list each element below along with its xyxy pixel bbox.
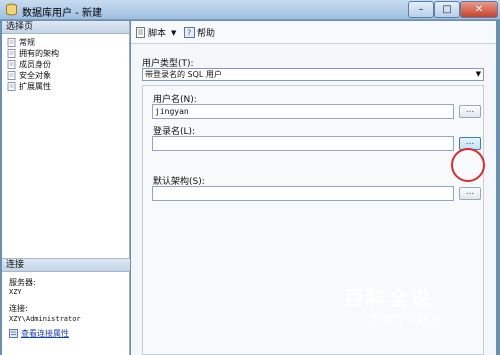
chevron-down-icon[interactable]: ▼ — [171, 29, 176, 37]
properties-icon — [9, 329, 18, 338]
page-item-label: 拥有的架构 — [19, 49, 59, 58]
connection-value: XZY\Administrator — [9, 315, 81, 323]
help-label: 帮助 — [197, 29, 216, 39]
user-type-value: 带登录名的 SQL 用户 — [145, 70, 222, 79]
page-icon — [7, 71, 16, 80]
page-item-label: 安全对象 — [19, 71, 51, 80]
page-icon — [7, 60, 16, 69]
database-icon — [6, 3, 17, 16]
script-icon — [136, 27, 145, 38]
page-item-owned-schemas[interactable]: 拥有的架构 — [2, 48, 129, 59]
connection-header: 连接 — [2, 258, 130, 272]
page-item-label: 扩展属性 — [19, 82, 51, 91]
username-input[interactable]: jingyan — [152, 104, 454, 119]
page-item-general[interactable]: 常规 — [2, 37, 129, 48]
select-page-header: 选择页 — [2, 21, 129, 34]
default-schema-input[interactable] — [152, 186, 454, 201]
help-icon: ? — [184, 27, 195, 38]
script-button[interactable]: 脚本 ▼ — [135, 26, 176, 39]
watermark-main: 百科全说 — [344, 286, 432, 310]
page-item-securables[interactable]: 安全对象 — [2, 70, 129, 81]
watermark-sub: 助你轻松解决 — [370, 313, 442, 326]
close-button[interactable]: ✕ — [460, 1, 498, 18]
script-label: 脚本 — [148, 29, 167, 39]
minimize-button[interactable]: – — [408, 1, 434, 18]
page-item-membership[interactable]: 成员身份 — [2, 59, 129, 70]
view-connection-properties-link[interactable]: 查看连接属性 — [9, 328, 69, 339]
page-item-extended-properties[interactable]: 扩展属性 — [2, 81, 129, 92]
connection-section: 连接 服务器: XZY 连接: XZY\Administrator 查看连接属性 — [2, 258, 130, 355]
user-type-combo[interactable]: 带登录名的 SQL 用户 ▼ — [142, 68, 484, 81]
server-label: 服务器: — [9, 278, 36, 287]
title-bar: 数据库用户 - 新建 – □ ✕ — [0, 0, 500, 20]
page-icon — [7, 82, 16, 91]
page-icon — [7, 49, 16, 58]
chevron-down-icon[interactable]: ▼ — [476, 69, 481, 80]
page-icon — [7, 38, 16, 47]
highlight-ring — [451, 148, 485, 182]
login-input[interactable] — [152, 136, 454, 151]
left-pane: 选择页 常规 拥有的架构 成员身份 安全对象 扩展属性 连接 服务器: XZY … — [2, 21, 130, 355]
page-item-label: 常规 — [19, 38, 35, 47]
svg-text:?: ? — [187, 29, 191, 38]
toolbar: 脚本 ▼ ? 帮助 — [131, 21, 496, 44]
page-item-label: 成员身份 — [19, 60, 51, 69]
server-value: XZY — [9, 288, 22, 296]
help-button[interactable]: ? 帮助 — [184, 26, 215, 39]
window-title: 数据库用户 - 新建 — [22, 8, 102, 19]
link-label: 查看连接属性 — [21, 329, 69, 338]
default-schema-browse-button[interactable]: ... — [459, 187, 481, 200]
connection-label: 连接: — [9, 304, 28, 313]
username-browse-button[interactable]: ... — [459, 105, 481, 118]
page-list: 常规 拥有的架构 成员身份 安全对象 扩展属性 — [2, 34, 129, 92]
maximize-button[interactable]: □ — [434, 1, 460, 18]
watermark: 百科全说 助你轻松解决 — [344, 282, 466, 330]
